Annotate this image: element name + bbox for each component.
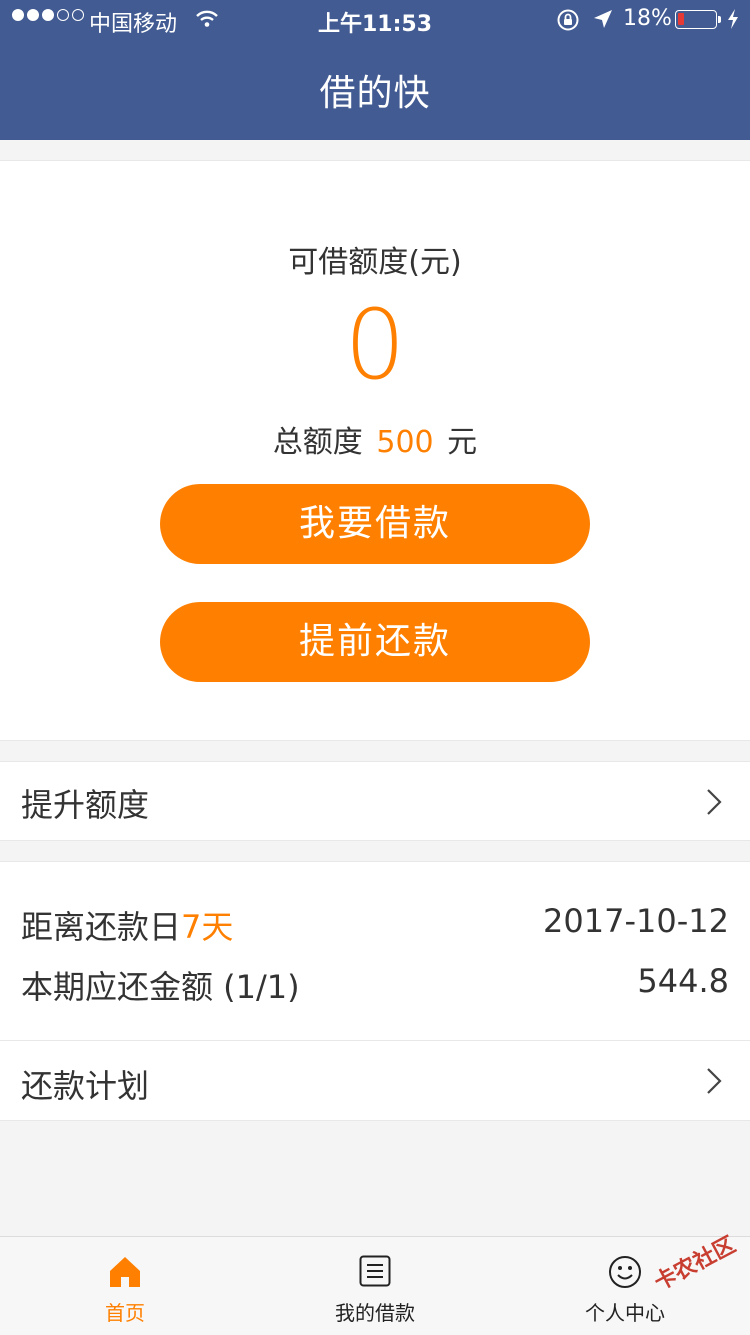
chevron-right-icon xyxy=(706,788,722,820)
raise-limit-label: 提升额度 xyxy=(21,786,150,824)
raise-limit-row[interactable]: 提升额度 xyxy=(0,761,750,841)
rotation-lock-icon xyxy=(556,8,580,38)
due-date-value: 2017-10-12 xyxy=(543,902,729,940)
tab-profile-label: 个人中心 xyxy=(585,1301,665,1325)
total-quota: 总额度 500 元 xyxy=(0,417,750,461)
repayment-card: 距离还款日7天 2017-10-12 本期应还金额 (1/1) 544.8 还款… xyxy=(0,861,750,1121)
battery-icon xyxy=(675,10,721,29)
total-quota-unit: 元 xyxy=(447,425,478,460)
available-quota-label: 可借额度(元) xyxy=(288,245,462,280)
tab-my-loans[interactable]: 我的借款 xyxy=(250,1237,500,1335)
quota-card: 可借额度(元) 0 总额度 500 元 我要借款 提前还款 xyxy=(0,160,750,741)
smiley-icon xyxy=(608,1255,642,1293)
chevron-right-icon xyxy=(706,1067,722,1099)
status-bar: 中国移动 上午11:53 18% xyxy=(0,0,750,40)
battery-percent: 18% xyxy=(623,6,672,31)
charging-bolt-icon xyxy=(726,8,740,36)
repayment-plan-row[interactable]: 还款计划 xyxy=(0,1041,750,1120)
tab-home-label: 首页 xyxy=(105,1301,145,1325)
location-arrow-icon xyxy=(592,8,614,36)
tab-bar: 首页 我的借款 个人中心 xyxy=(0,1236,750,1335)
total-quota-label: 总额度 xyxy=(272,425,363,460)
top-bar: 中国移动 上午11:53 18% 借的快 xyxy=(0,0,750,140)
list-icon xyxy=(359,1255,391,1291)
days-until-due-label: 距离还款日 xyxy=(21,908,182,946)
home-icon xyxy=(108,1255,142,1293)
amount-due-label: 本期应还金额 (1/1) xyxy=(21,968,300,1006)
available-quota-amount: 0 xyxy=(344,289,406,401)
amount-due-value: 544.8 xyxy=(637,962,729,1000)
page-title: 借的快 xyxy=(319,73,431,114)
tab-home[interactable]: 首页 xyxy=(0,1237,250,1335)
total-quota-value: 500 xyxy=(376,425,434,460)
repayment-plan-label: 还款计划 xyxy=(21,1067,150,1105)
days-until-due-value: 7天 xyxy=(181,908,234,946)
borrow-button[interactable]: 我要借款 xyxy=(160,484,590,564)
tab-my-loans-label: 我的借款 xyxy=(335,1301,415,1325)
repay-early-button[interactable]: 提前还款 xyxy=(160,602,590,682)
